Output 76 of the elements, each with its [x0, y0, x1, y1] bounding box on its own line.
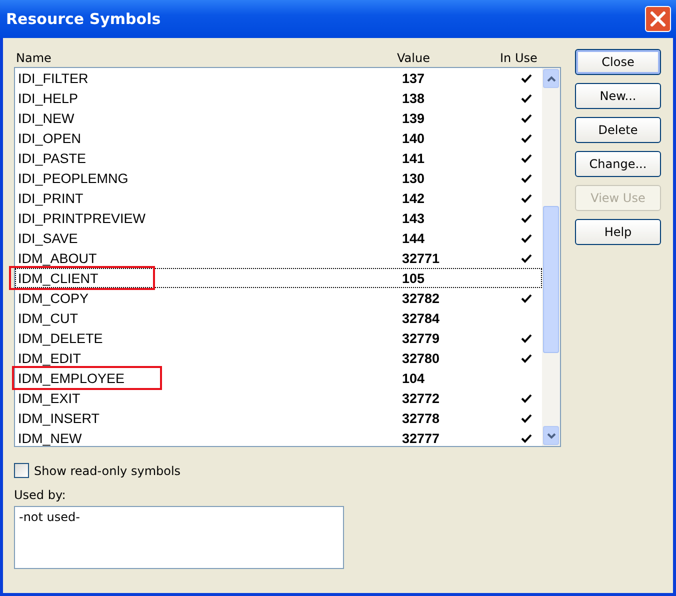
scroll-down-button[interactable]	[543, 426, 559, 445]
checkbox[interactable]	[14, 463, 29, 478]
window-title: Resource Symbols	[6, 10, 161, 28]
list-row[interactable]: IDM_EXIT 32772	[15, 388, 542, 408]
symbol-value: 138	[402, 90, 426, 106]
list-row[interactable]: IDM_ABOUT 32771	[15, 248, 542, 268]
symbol-name: IDM_COPY	[17, 290, 90, 306]
symbol-name: IDI_HELP	[17, 90, 80, 106]
symbol-value: 130	[402, 170, 426, 186]
down-caret-icon	[546, 432, 556, 438]
list-row[interactable]: IDI_FILTER 137	[15, 68, 542, 88]
scrollbar[interactable]	[542, 68, 560, 446]
list-row[interactable]: IDM_EMPLOYEE 104	[15, 368, 542, 388]
used-by-label: Used by:	[14, 488, 67, 502]
symbol-value: 137	[402, 70, 426, 86]
symbol-name: IDI_OPEN	[17, 130, 82, 146]
list-row[interactable]: IDI_NEW 139	[15, 108, 542, 128]
symbol-value: 32771	[402, 250, 441, 266]
dialog-button[interactable]: Delete	[575, 117, 661, 143]
symbol-name: IDM_EDIT	[17, 350, 82, 366]
symbol-name: IDM_EXIT	[17, 390, 82, 406]
list-row[interactable]: IDM_DELETE 32779	[15, 328, 542, 348]
symbol-value: 32782	[402, 290, 441, 306]
list-row[interactable]: IDI_PRINTPREVIEW 143	[15, 208, 542, 228]
symbol-value: 139	[402, 110, 426, 126]
scroll-thumb[interactable]	[543, 206, 559, 353]
symbol-value: 32779	[402, 330, 441, 346]
symbol-value: 142	[402, 190, 426, 206]
symbol-name: IDM_NEW	[17, 430, 83, 446]
scroll-up-button[interactable]	[543, 69, 559, 88]
symbol-name: IDM_EMPLOYEE	[17, 370, 126, 386]
symbol-value: 32780	[402, 350, 441, 366]
symbol-value: 32777	[402, 430, 441, 446]
checkbox-label[interactable]: Show read-only symbols	[34, 464, 181, 478]
symbol-name: IDI_PASTE	[17, 150, 88, 166]
dialog-button[interactable]: Change...	[575, 151, 661, 177]
symbol-name: IDM_CUT	[17, 310, 79, 326]
symbol-value: 32772	[402, 390, 441, 406]
list-row[interactable]: IDM_NEW 32777	[15, 428, 542, 448]
column-header: Name	[15, 50, 52, 64]
symbol-name: IDM_DELETE	[17, 330, 104, 346]
symbol-name: IDM_CLIENT	[17, 270, 100, 286]
column-header: In Use	[500, 50, 538, 64]
list-row[interactable]: IDI_PASTE 141	[15, 148, 542, 168]
dialog-button[interactable]: Close	[575, 49, 661, 75]
symbol-value: 32778	[402, 410, 441, 426]
close-icon[interactable]	[645, 6, 671, 32]
list-row[interactable]: IDI_HELP 138	[15, 88, 542, 108]
symbol-name: IDI_NEW	[17, 110, 76, 126]
symbol-name: IDI_PEOPLEMNG	[17, 170, 130, 186]
list-row[interactable]: IDI_PRINT 142	[15, 188, 542, 208]
up-caret-icon	[546, 76, 556, 82]
list-row[interactable]: IDM_COPY 32782	[15, 288, 542, 308]
list-row[interactable]: IDM_INSERT 32778	[15, 408, 542, 428]
symbol-name: IDM_INSERT	[17, 410, 101, 426]
list-row[interactable]: IDM_EDIT 32780	[15, 348, 542, 368]
symbol-name: IDI_PRINT	[17, 190, 84, 206]
symbol-value: 144	[402, 230, 426, 246]
dialog-button[interactable]: Help	[575, 219, 661, 245]
symbol-value: 105	[402, 270, 426, 286]
symbol-name: IDM_ABOUT	[17, 250, 98, 266]
dialog-button[interactable]: New...	[575, 83, 661, 109]
symbol-value: 140	[402, 130, 426, 146]
symbol-value: 32784	[402, 310, 441, 326]
used-by-field[interactable]: -not used-	[14, 506, 344, 569]
symbol-value: 141	[402, 150, 426, 166]
symbol-value: 104	[402, 370, 426, 386]
symbol-name: IDI_PRINTPREVIEW	[17, 210, 147, 226]
list-row[interactable]: IDI_PEOPLEMNG 130	[15, 168, 542, 188]
symbol-name: IDI_FILTER	[17, 70, 90, 86]
symbol-name: IDI_SAVE	[17, 230, 79, 246]
symbol-value: 143	[402, 210, 426, 226]
list-row[interactable]: IDM_CUT 32784	[15, 308, 542, 328]
column-header: Value	[397, 50, 431, 64]
list-row[interactable]: IDI_SAVE 144	[15, 228, 542, 248]
list-row[interactable]: IDI_OPEN 140	[15, 128, 542, 148]
